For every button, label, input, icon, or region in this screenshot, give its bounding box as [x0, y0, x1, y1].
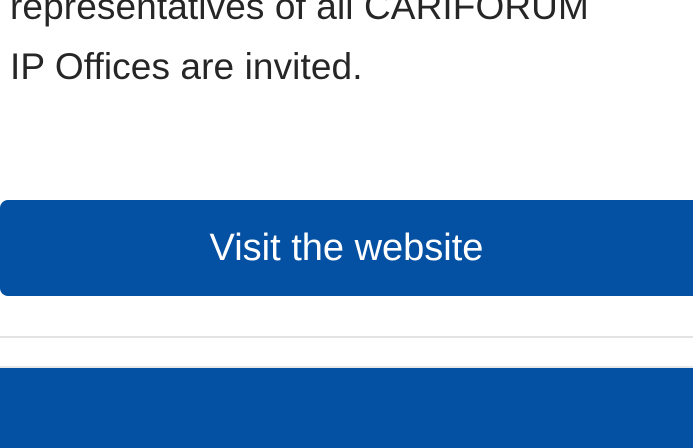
event-description-text: representatives of all CARIFORUM IP Offi…: [10, 0, 693, 97]
page: representatives of all CARIFORUM IP Offi…: [0, 0, 693, 448]
description-line-1: representatives of all CARIFORUM: [10, 0, 589, 27]
visit-website-button[interactable]: Visit the website: [0, 200, 693, 296]
footer-banner: [0, 366, 693, 448]
section-divider: [0, 336, 693, 338]
visit-website-button-label: Visit the website: [209, 226, 484, 269]
description-line-2: IP Offices are invited.: [10, 46, 363, 87]
